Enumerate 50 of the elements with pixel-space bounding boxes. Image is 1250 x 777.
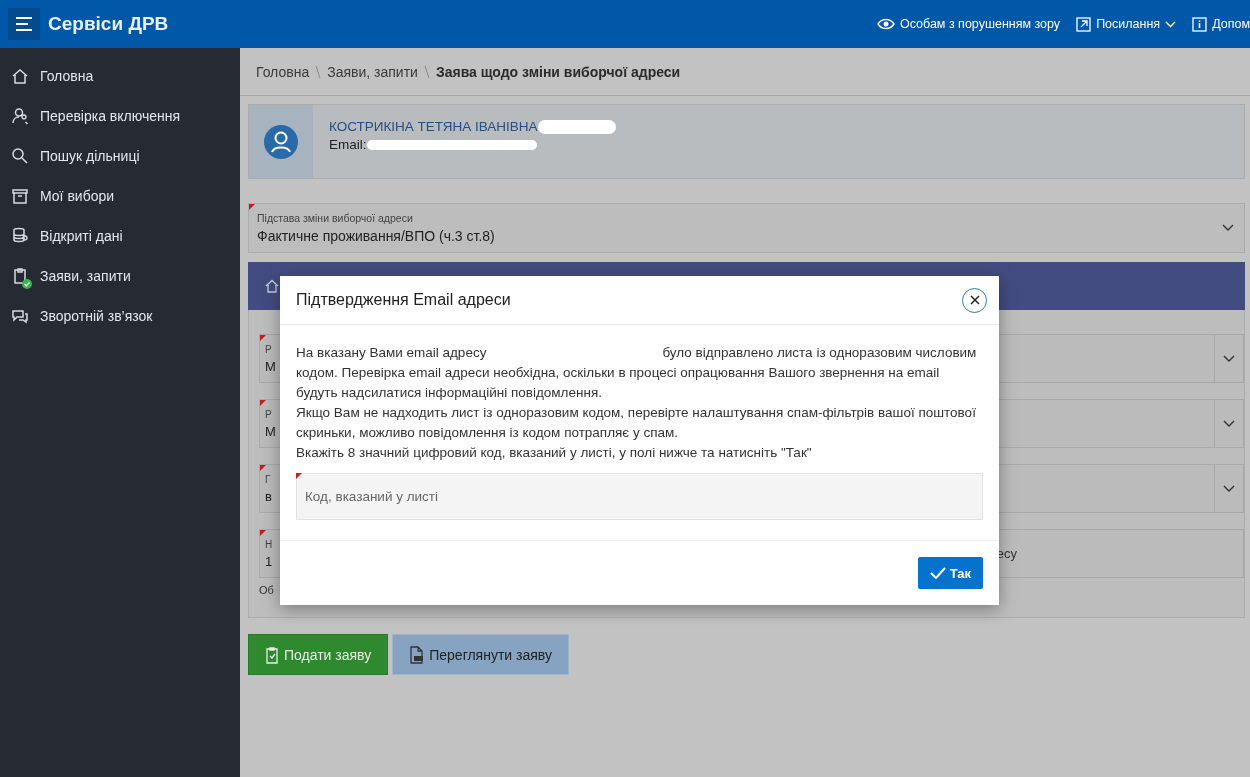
chevron-down-icon — [1222, 224, 1234, 232]
info-icon — [1192, 16, 1208, 32]
preview-button[interactable]: Переглянути заяву — [392, 634, 569, 675]
breadcrumb-separator — [423, 64, 430, 79]
close-button[interactable] — [962, 287, 987, 313]
required-marker — [260, 335, 266, 341]
breadcrumb-link[interactable]: Заява щодо зміни виборчої адреси — [435, 63, 681, 80]
avatar-icon — [264, 124, 298, 159]
external-link-icon — [1076, 16, 1092, 32]
sidebar-item[interactable]: Пошук дільниці — [0, 136, 240, 176]
eye-icon — [876, 18, 895, 30]
nav-icon — [10, 106, 30, 126]
sidebar-item[interactable]: Зворотній зв’язок — [0, 296, 240, 336]
breadcrumb-separator — [315, 64, 322, 79]
close-icon — [969, 295, 980, 305]
home-icon — [264, 278, 280, 294]
nav-icon — [10, 186, 30, 206]
sidebar-item[interactable]: Головна — [0, 56, 240, 96]
sidebar-item[interactable]: Відкриті дані — [0, 216, 240, 256]
sidebar-item[interactable]: Заяви, запити — [0, 256, 240, 296]
header-link[interactable]: Посилання — [1076, 16, 1177, 32]
ok-button[interactable]: Так — [917, 557, 983, 589]
dialog-title: Підтвердження Email адреси — [296, 291, 512, 309]
clipboard-check-icon — [265, 645, 279, 664]
breadcrumb-link[interactable]: Головна — [256, 63, 310, 80]
check-icon — [929, 567, 946, 579]
nav-icon — [10, 66, 30, 86]
required-marker — [260, 400, 266, 406]
user-name: КОСТРИКІНА ТЕТЯНА ІВАНІВНА — [329, 119, 538, 134]
required-marker — [260, 530, 266, 536]
code-input[interactable]: Код, вказаний у листі — [296, 473, 983, 520]
required-marker — [260, 465, 266, 471]
sidebar-item[interactable]: Мої вибори — [0, 176, 240, 216]
field-note: Об — [259, 584, 275, 596]
header-link[interactable]: Особам з порушенням зору — [876, 17, 1061, 31]
header-link[interactable]: Допом — [1192, 16, 1250, 32]
submit-button[interactable]: Подати заяву — [248, 634, 389, 675]
email-label: Email: — [329, 137, 367, 152]
app-title: Сервіси ДРВ — [48, 13, 169, 35]
dialog-message: На вказану Вами email адресу було відправлено листа із одноразовим числовим кодом. Перевірка email адреси необхідна, оскільки в процесі опрацювання Вашого звернення на email будуть надсилатися інформаційні повідомлення. — [296, 345, 977, 400]
pdf-file-icon — [409, 645, 425, 664]
breadcrumb-link[interactable]: Заяви, запити — [327, 63, 418, 80]
select-field[interactable]: Підстава зміни виборчої адреси Фактичне проживання/ВПО (ч.3 ст.8) — [248, 203, 1245, 253]
dialog-message: Вкажіть 8 значний цифровий код, вказаний у листі, у полі нижче та натисніть "Так" — [296, 444, 813, 462]
required-marker — [249, 204, 255, 210]
dialog-message: Якщо Вам не надходить лист із одноразовим кодом, перевірте налаштування спам-фільтрів вашої поштової скриньки, можливо повідомлення із кодом потрапляє у спам. — [296, 404, 977, 442]
menu-button[interactable] — [8, 8, 40, 40]
sidebar-item[interactable]: Перевірка включення — [0, 96, 240, 136]
nav-icon — [10, 146, 30, 166]
menu-icon — [15, 17, 33, 31]
